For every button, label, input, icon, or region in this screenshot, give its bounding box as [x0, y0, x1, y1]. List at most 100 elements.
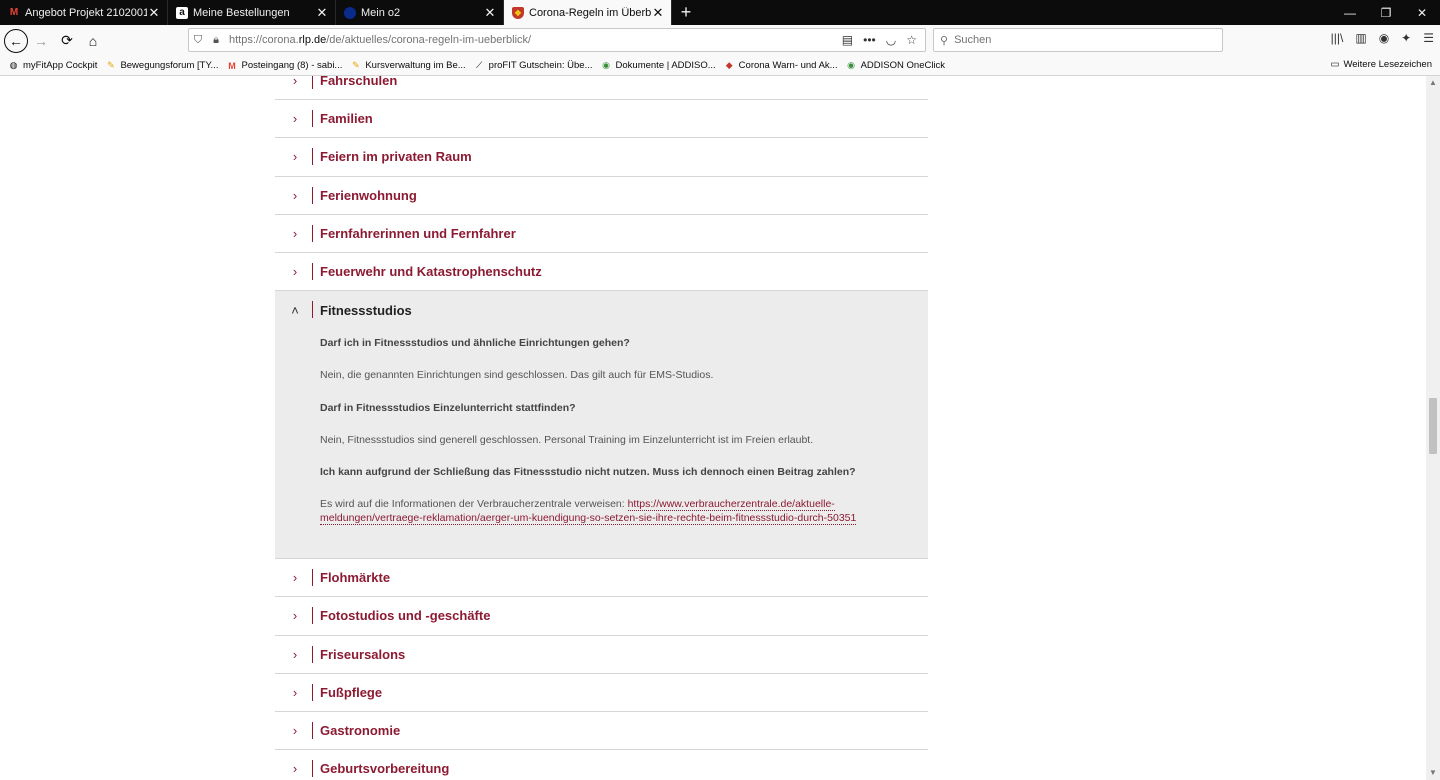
addison-icon: ◉	[847, 60, 856, 70]
folder-icon: ▭	[1330, 59, 1340, 70]
tab-angebot[interactable]: M Angebot Projekt 21020013 - sab ✕	[0, 0, 168, 25]
accordion-item-fahrschulen[interactable]: › Fahrschulen	[275, 76, 928, 101]
page-content: › Fahrschulen › Familien › Feiern im privat…	[0, 76, 1440, 780]
tab-o2[interactable]: Mein o2 ✕	[336, 0, 504, 25]
accordion-item-ferienwohnung[interactable]: › Ferienwohnung	[275, 177, 928, 215]
faq-answer: Nein, die genannten Einrichtungen sind g…	[320, 369, 714, 382]
pencil-icon: ✎	[352, 60, 360, 70]
bookmarks-bar: ◍ myFitApp Cockpit ✎ Bewegungsforum [TY...…	[0, 56, 1440, 76]
sidebar-icon[interactable]: ▥	[1355, 31, 1366, 45]
account-icon[interactable]: ◉	[1379, 31, 1389, 45]
page-scrollbar[interactable]: ▲ ▼	[1426, 76, 1440, 780]
page-actions-icon[interactable]: •••	[863, 33, 876, 47]
faq-answer: Nein, Fitnessstudios sind generell gesch…	[320, 434, 814, 447]
chevron-right-icon: ›	[292, 761, 298, 777]
close-icon[interactable]: ✕	[315, 5, 329, 21]
tab-label: Angebot Projekt 21020013 - sab	[25, 6, 147, 19]
swoosh-icon: ⟋	[476, 60, 483, 70]
other-bookmarks[interactable]: ▭ Weitere Lesezeichen	[1330, 59, 1432, 70]
minimize-icon[interactable]: —	[1332, 0, 1368, 25]
new-tab-button[interactable]: +	[674, 0, 698, 25]
faq-question: Darf ich in Fitnessstudios und ähnliche …	[320, 337, 630, 350]
bookmark-bewegungsforum[interactable]: ✎ Bewegungsforum [TY...	[105, 60, 218, 71]
chevron-right-icon: ›	[292, 111, 298, 127]
tab-label: Mein o2	[361, 6, 401, 19]
accordion-header-fitnessstudios[interactable]: ˄ Fitnessstudios	[275, 291, 928, 329]
bookmark-myfitapp[interactable]: ◍ myFitApp Cockpit	[8, 60, 98, 71]
faq-question: Darf in Fitnessstudios Einzelunterricht …	[320, 402, 576, 415]
accordion-item-fitnessstudios-open: ˄ Fitnessstudios Darf ich in Fitnessstud…	[275, 291, 928, 560]
verbraucherzentrale-link[interactable]: https://www.verbraucherzentrale.de/aktue…	[627, 498, 835, 512]
search-input[interactable]: ⚲ Suchen	[933, 28, 1223, 52]
pencil-icon: ✎	[107, 60, 115, 70]
chevron-right-icon: ›	[292, 570, 298, 586]
bookmark-dokumente[interactable]: ◉ Dokumente | ADDISO...	[601, 60, 716, 71]
chevron-right-icon: ›	[292, 684, 298, 700]
gmail-icon: M	[228, 60, 236, 71]
chevron-right-icon: ›	[292, 187, 298, 203]
bookmark-corona-warn[interactable]: ◆ Corona Warn- und Ak...	[724, 60, 838, 71]
faq-question: Ich kann aufgrund der Schließung das Fit…	[320, 466, 856, 479]
home-button[interactable]: ⌂	[80, 28, 106, 54]
bookmark-profit[interactable]: ⟋ proFIT Gutschein: Übe...	[474, 60, 593, 71]
chevron-right-icon: ›	[292, 149, 298, 165]
toolbar-right: |||\ ▥ ◉ ✦ ☰	[1331, 31, 1434, 45]
menu-icon[interactable]: ☰	[1423, 31, 1434, 45]
chevron-right-icon: ›	[292, 608, 298, 624]
pocket-icon[interactable]: ◡	[886, 33, 896, 47]
tab-label: Corona-Regeln im Überblick rlp	[529, 6, 651, 19]
chevron-right-icon: ›	[292, 646, 298, 662]
accordion-item-feuerwehr[interactable]: › Feuerwehr und Katastrophenschutz	[275, 253, 928, 292]
forward-button[interactable]: →	[28, 28, 54, 54]
bookmark-kursverwaltung[interactable]: ✎ Kursverwaltung im Be...	[350, 60, 466, 71]
gmail-icon: M	[9, 7, 19, 18]
bookmark-posteingang[interactable]: M Posteingang (8) - sabi...	[226, 60, 342, 71]
scroll-down-icon[interactable]: ▼	[1426, 766, 1440, 780]
o2-icon	[344, 6, 356, 19]
close-icon[interactable]: ✕	[651, 5, 665, 21]
accordion-item-fotostudios[interactable]: › Fotostudios und -geschäfte	[275, 597, 928, 636]
close-window-icon[interactable]: ✕	[1404, 0, 1440, 25]
globe-icon: ◍	[9, 60, 18, 70]
close-icon[interactable]: ✕	[483, 5, 497, 21]
reload-button[interactable]: ⟳	[54, 28, 80, 54]
lock-icon[interactable]: 🔒︎	[207, 34, 225, 47]
accordion-item-feiern[interactable]: › Feiern im privaten Raum	[275, 138, 928, 177]
window-controls: — ❐ ✕	[1332, 0, 1440, 25]
accordion-item-flohmaerkte[interactable]: › Flohmärkte	[275, 559, 928, 598]
accordion-item-friseursalons[interactable]: › Friseursalons	[275, 636, 928, 674]
addison-icon: ◉	[602, 60, 610, 70]
back-button[interactable]: ←	[4, 28, 28, 53]
tab-strip: M Angebot Projekt 21020013 - sab ✕ a Mei…	[0, 0, 1440, 25]
verbraucherzentrale-link-cont[interactable]: meldungen/vertraege-reklamation/aerger-u…	[320, 512, 857, 526]
accordion-item-geburtsvorbereitung[interactable]: › Geburtsvorbereitung	[275, 750, 928, 780]
extensions-icon[interactable]: ✦	[1401, 31, 1411, 45]
faq-answer-link-cont: meldungen/vertraege-reklamation/aerger-u…	[320, 512, 857, 526]
url-bar[interactable]: ⛉ 🔒︎ https://corona.rlp.de/de/aktuelles/…	[188, 28, 926, 52]
rlp-crest-icon: ◆	[725, 60, 733, 70]
library-icon[interactable]: |||\	[1331, 31, 1344, 45]
chevron-right-icon: ›	[292, 76, 298, 89]
url-text[interactable]: https://corona.rlp.de/de/aktuelles/coron…	[225, 34, 842, 46]
chevron-right-icon: ›	[292, 722, 298, 738]
accordion-item-familien[interactable]: › Familien	[275, 100, 928, 139]
tab-label: Meine Bestellungen	[193, 6, 290, 19]
shield-icon[interactable]: ⛉	[189, 34, 207, 47]
amazon-icon: a	[176, 6, 188, 19]
scroll-up-icon[interactable]: ▲	[1426, 76, 1440, 90]
search-placeholder: Suchen	[954, 34, 992, 46]
accordion-item-gastronomie[interactable]: › Gastronomie	[275, 712, 928, 751]
close-icon[interactable]: ✕	[147, 5, 161, 21]
chevron-right-icon: ›	[292, 264, 298, 280]
tab-bestellungen[interactable]: a Meine Bestellungen ✕	[168, 0, 336, 25]
bookmark-star-icon[interactable]: ☆	[906, 33, 917, 47]
accordion-item-fusspflege[interactable]: › Fußpflege	[275, 674, 928, 712]
tab-corona-regeln[interactable]: ◆ Corona-Regeln im Überblick rlp ✕	[504, 0, 672, 25]
scrollbar-thumb[interactable]	[1429, 398, 1437, 454]
accordion-item-fernfahrer[interactable]: › Fernfahrerinnen und Fernfahrer	[275, 215, 928, 253]
chevron-right-icon: ›	[292, 225, 298, 241]
nav-bar: ← → ⟳ ⌂ ⛉ 🔒︎ https://corona.rlp.de/de/ak…	[0, 25, 1440, 56]
restore-icon[interactable]: ❐	[1368, 0, 1404, 25]
reader-view-icon[interactable]: ▤	[842, 33, 853, 47]
bookmark-addison-oneclick[interactable]: ◉ ADDISON OneClick	[846, 60, 945, 71]
